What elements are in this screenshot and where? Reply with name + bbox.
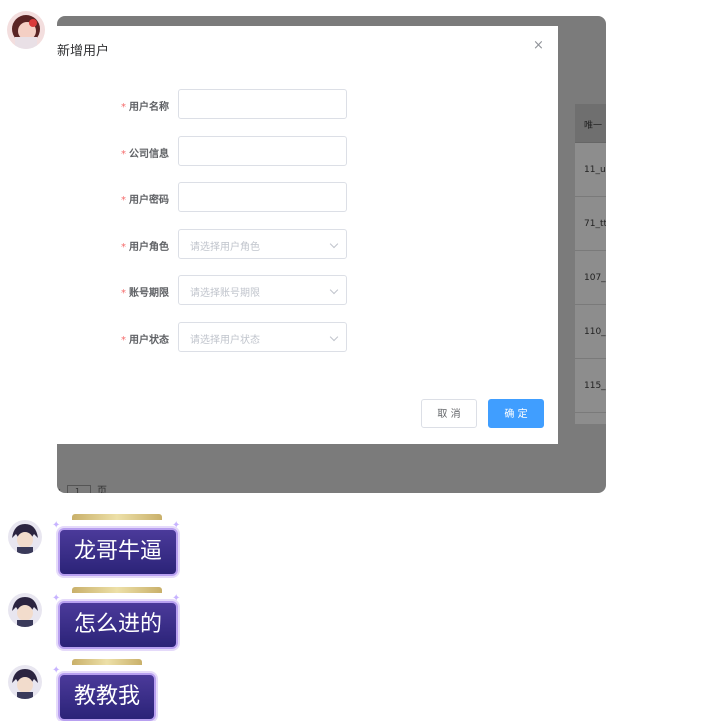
table-cell: 107_ [584,273,606,283]
form-row-status: * 用户状态 请选择用户状态 [57,322,558,352]
chevron-down-icon [329,332,339,342]
company-input[interactable] [178,136,347,166]
background-table-row: 11_u [575,143,606,197]
chevron-down-icon [329,239,339,249]
background-table-row: 115_ [575,359,606,413]
required-mark: * [121,102,126,113]
role-select[interactable]: 请选择用户角色 [178,229,347,259]
label-text: 账号期限 [129,288,169,299]
message-bubble[interactable]: 怎么进的 [58,601,179,649]
form-row-company: * 公司信息 [57,136,558,166]
username-input[interactable] [178,89,347,119]
form-row-expiry: * 账号期限 请选择账号期限 [57,275,558,305]
bubble-decoration [72,514,162,520]
message-bubble[interactable]: 教教我 [58,673,157,721]
form-row-password: * 用户密码 [57,182,558,212]
select-placeholder: 请选择用户状态 [190,335,260,346]
reply-avatar[interactable] [8,520,42,554]
select-placeholder: 请选择账号期限 [190,288,260,299]
field-label: * 用户密码 [77,191,169,206]
form-row-username: * 用户名称 [57,89,558,119]
background-table-row: 107_ [575,251,606,305]
form-row-role: * 用户角色 请选择用户角色 [57,229,558,259]
screenshot-image[interactable]: 唯一 11_u 71_tt 107_ 110_ 115_ ‹ 1 页 新增用户 × … [57,16,606,493]
field-label: * 用户角色 [77,238,169,253]
sparkle-icon: ✦ [172,593,181,604]
chevron-down-icon [329,285,339,295]
bubble-decoration [72,659,142,665]
dialog-title: 新增用户 [57,44,110,59]
add-user-dialog: 新增用户 × * 用户名称 * 公司信息 * 用户密码 * 用户角色 请选择用户角色 *… [57,26,558,444]
required-mark: * [121,242,126,253]
reply-avatar[interactable] [8,593,42,627]
bubble-decoration [72,587,162,593]
reply-avatar[interactable] [8,665,42,699]
password-input[interactable] [178,182,347,212]
required-mark: * [121,288,126,299]
label-text: 用户密码 [129,195,169,206]
sparkle-icon: ✦ [52,593,61,604]
background-table-header-text: 唯一 [584,121,603,131]
background-table-row: 71_tt [575,197,606,251]
message-bubble[interactable]: 龙哥牛逼 [58,528,179,576]
expiry-select[interactable]: 请选择账号期限 [178,275,347,305]
table-cell: 71_tt [584,219,606,229]
background-table-row: 110_ [575,305,606,359]
pager-page: 1 [75,487,81,493]
sparkle-icon: ✦ [172,520,181,531]
table-cell: 115_ [584,381,606,391]
status-select[interactable]: 请选择用户状态 [178,322,347,352]
label-text: 用户名称 [129,102,169,113]
sparkle-icon: ✦ [52,520,61,531]
table-cell: 11_u [584,165,606,175]
field-label: * 用户状态 [77,331,169,346]
label-text: 用户状态 [129,335,169,346]
required-mark: * [121,335,126,346]
confirm-button[interactable]: 确 定 [488,399,544,428]
table-cell: 110_ [584,327,606,337]
background-table-header: 唯一 [575,104,606,143]
background-pager: ‹ 1 页 [57,482,107,493]
required-mark: * [121,149,126,160]
label-text: 公司信息 [129,149,169,160]
cancel-button[interactable]: 取 消 [421,399,477,428]
close-icon[interactable]: × [533,38,544,53]
required-mark: * [121,195,126,206]
pager-suffix: 页 [97,486,107,493]
sparkle-icon: ✦ [52,665,61,676]
field-label: * 用户名称 [77,98,169,113]
label-text: 用户角色 [129,242,169,253]
select-placeholder: 请选择用户角色 [190,242,260,253]
field-label: * 公司信息 [77,145,169,160]
sender-avatar[interactable] [7,11,45,49]
field-label: * 账号期限 [77,284,169,299]
